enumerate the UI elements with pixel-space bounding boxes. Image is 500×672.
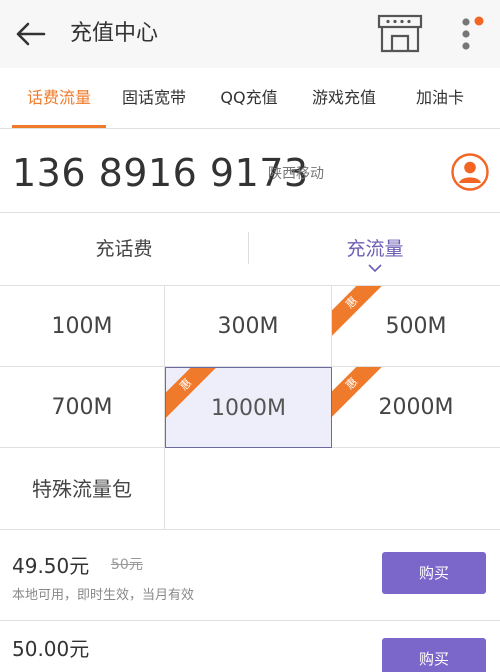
- tab-phone-data[interactable]: 话费流量: [12, 68, 106, 128]
- store-icon[interactable]: [376, 14, 424, 54]
- package-label: 100M: [51, 314, 113, 339]
- category-tabs: 话费流量 固话宽带 QQ充值 游戏充值 加油卡: [0, 68, 500, 129]
- package-label: 2000M: [378, 395, 454, 420]
- offer-description: 本地可用，即时生效，当月有效: [12, 588, 195, 603]
- tab-game-recharge[interactable]: 游戏充值: [300, 68, 388, 128]
- package-option[interactable]: 特殊流量包: [0, 448, 165, 530]
- package-label: 1000M: [211, 396, 286, 421]
- package-option[interactable]: 100M: [0, 286, 165, 367]
- buy-button[interactable]: 购买: [382, 552, 486, 594]
- package-label: 500M: [385, 314, 447, 339]
- tab-fuel-card[interactable]: 加油卡: [402, 68, 478, 128]
- back-arrow-icon[interactable]: [14, 20, 48, 48]
- offer-price: 49.50元: [12, 554, 90, 578]
- package-option-selected[interactable]: 惠 1000M: [165, 367, 332, 448]
- package-option[interactable]: 惠 2000M: [332, 367, 500, 448]
- subtab-recharge-credit[interactable]: 充话费: [0, 214, 248, 284]
- tab-landline-broadband[interactable]: 固话宽带: [112, 68, 196, 128]
- buy-button[interactable]: 购买: [382, 638, 486, 672]
- offer-original-price: 50元: [111, 557, 143, 573]
- chevron-down-icon: [368, 264, 382, 272]
- more-options-icon[interactable]: [456, 14, 486, 54]
- app-bar: 充值中心: [0, 0, 500, 68]
- page-title: 充值中心: [70, 21, 159, 46]
- active-tab-indicator: [12, 125, 106, 128]
- package-option[interactable]: 惠 500M: [332, 286, 500, 367]
- subtab-divider: [248, 232, 249, 264]
- offer-row: 49.50元 50元 本地可用，即时生效，当月有效 购买: [0, 529, 500, 621]
- offer-row: 50.00元 购买: [0, 620, 500, 672]
- tab-qq-recharge[interactable]: QQ充值: [210, 68, 288, 128]
- offer-price: 50.00元: [12, 637, 90, 661]
- package-grid: 100M 300M 惠 500M 700M 惠 1000M 惠 2000M 特殊…: [0, 285, 500, 530]
- phone-number[interactable]: 136 8916 9173: [12, 150, 309, 196]
- package-label: 300M: [217, 314, 279, 339]
- package-label: 700M: [51, 395, 113, 420]
- carrier-label: 陕西移动: [268, 166, 324, 182]
- contact-icon[interactable]: [450, 152, 490, 192]
- package-option[interactable]: 700M: [0, 367, 165, 448]
- package-option[interactable]: 300M: [165, 286, 332, 367]
- divider: [0, 212, 500, 213]
- subtab-recharge-data[interactable]: 充流量: [250, 214, 500, 284]
- promo-badge: 惠: [332, 286, 387, 338]
- package-label: 特殊流量包: [32, 477, 132, 501]
